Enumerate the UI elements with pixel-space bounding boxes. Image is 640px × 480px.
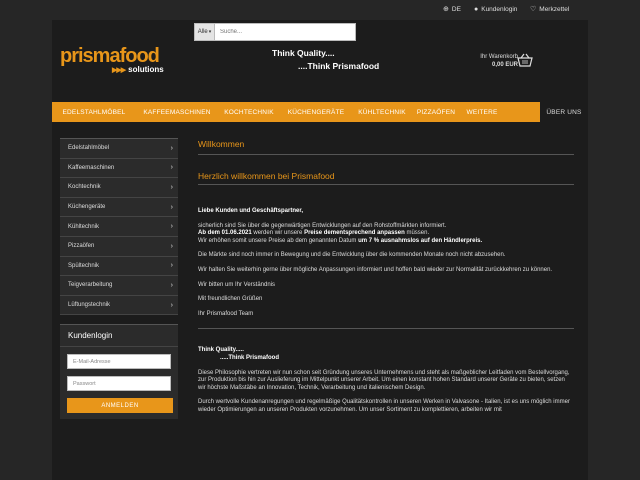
search-category-select[interactable]: Alle ▾	[195, 24, 215, 40]
nav-item-edelstahlmoebel[interactable]: EDELSTAHLMÖBEL	[52, 102, 136, 122]
page-wrapper: Alle▾ prismafood ▶▶▶ solutions Think Qua…	[52, 20, 588, 480]
login-button[interactable]: ANMELDEN	[67, 398, 173, 414]
chevron-down-icon: ▾	[208, 29, 212, 35]
heart-icon: ♡	[530, 6, 537, 13]
paragraph: Wir bitten um Ihr Verständnis	[198, 281, 276, 288]
chevron-right-icon: ›	[170, 242, 173, 250]
sidebar: Edelstahlmöbel › Kaffeemaschinen › Kochtec…	[60, 138, 178, 420]
category-label: Kochtechnik	[68, 184, 101, 191]
paragraph: sicherlich sind Sie über die gegenwärtig…	[198, 222, 447, 229]
paragraph: Ab dem 01.06.2021 werden wir unsere Prei…	[198, 230, 430, 237]
header-tagline: Think Quality.... ....Think Prismafood	[272, 47, 422, 73]
category-label: Küchengeräte	[68, 204, 106, 211]
nav-item-kochtechnik[interactable]: KOCHTECHNIK	[218, 102, 280, 122]
category-label: Edelstahlmöbel	[68, 145, 110, 152]
tagline-line-2: ....Think Prismafood	[298, 61, 380, 71]
logo-wordmark: prismafood	[60, 45, 160, 67]
greeting-text: Liebe Kunden und Geschäftspartner,	[198, 208, 304, 214]
main-navigation: EDELSTAHLMÖBEL KAFFEEMASCHINEN KOCHTECHN…	[52, 102, 588, 122]
page-title: Willkommen	[198, 138, 574, 155]
paragraph: Diese Philosophie vertreten wir nun scho…	[198, 369, 570, 391]
category-item[interactable]: Teigverarbeitung ›	[60, 276, 178, 296]
shopping-basket-icon[interactable]	[517, 53, 533, 67]
paragraph: Die Märkte sind noch immer in Bewegung u…	[198, 252, 506, 259]
paragraph: Ihr Prismafood Team	[198, 310, 254, 317]
nav-item-kuechengeraete[interactable]: KÜCHENGERÄTE	[280, 102, 352, 122]
category-item[interactable]: Kochtechnik ›	[60, 178, 178, 198]
category-label: Teigverarbeitung	[68, 282, 113, 289]
chevron-right-icon: ›	[170, 281, 173, 289]
nav-item-kuehltechnik[interactable]: KÜHLTECHNIK	[352, 102, 412, 122]
wishlist-link[interactable]: ♡ Merkzettel	[530, 6, 569, 13]
logo-arrows-icon: ▶▶▶	[112, 66, 126, 74]
philosophy-line-1: Think Quality.....	[198, 347, 244, 354]
chevron-right-icon: ›	[170, 164, 173, 172]
login-title: Kundenlogin	[60, 325, 178, 348]
chevron-right-icon: ›	[170, 144, 173, 152]
category-item[interactable]: Pizzaöfen ›	[60, 237, 178, 257]
category-item[interactable]: Kaffeemaschinen ›	[60, 159, 178, 179]
language-label: DE	[451, 6, 461, 13]
email-field[interactable]: E-Mail-Adresse	[67, 354, 171, 370]
category-label: Pizzaöfen	[68, 243, 95, 250]
category-label: Spültechnik	[68, 262, 100, 269]
globe-icon: ⊕	[443, 6, 449, 13]
main-content: Willkommen Herzlich willkommen bei Prism…	[198, 138, 574, 415]
category-item[interactable]: Spültechnik ›	[60, 257, 178, 277]
category-label: Kühltechnik	[68, 223, 100, 230]
chevron-right-icon: ›	[170, 301, 173, 309]
top-bar: ⊕ DE ● Kundenlogin ♡ Merkzettel	[0, 0, 640, 20]
cart-amount: 0,00 EUR	[491, 62, 518, 68]
category-item[interactable]: Edelstahlmöbel ›	[60, 139, 178, 159]
category-item[interactable]: Küchengeräte ›	[60, 198, 178, 218]
paragraph: Mit freundlichen Grüßen	[198, 296, 263, 303]
search-input[interactable]	[215, 24, 355, 40]
chevron-right-icon: ›	[170, 223, 173, 231]
search-category-label: Alle	[197, 29, 208, 35]
cart-label: Ihr Warenkorb	[480, 54, 518, 60]
account-link[interactable]: ● Kundenlogin	[474, 6, 517, 13]
logo-subline: ▶▶▶ solutions	[112, 65, 164, 74]
paragraph: Wir erhöhen somit unsere Preise ab dem g…	[198, 237, 483, 244]
category-label: Lüftungstechnik	[68, 302, 111, 309]
category-item[interactable]: Lüftungstechnik ›	[60, 296, 178, 316]
nav-item-pizzaoefen[interactable]: PIZZAÖFEN	[412, 102, 460, 122]
chevron-right-icon: ›	[170, 203, 173, 211]
cart-summary[interactable]: Ihr Warenkorb 0,00 EUR	[458, 53, 518, 69]
philosophy-line-2: .....Think Prismafood	[220, 354, 280, 361]
logo[interactable]: prismafood ▶▶▶ solutions	[60, 46, 182, 76]
account-label: Kundenlogin	[481, 6, 518, 13]
user-icon: ●	[474, 6, 479, 13]
logo-sub-text: solutions	[128, 65, 164, 74]
nav-item-ueber-uns[interactable]: ÜBER UNS	[540, 102, 588, 122]
category-item[interactable]: Kühltechnik ›	[60, 217, 178, 237]
chevron-right-icon: ›	[170, 262, 173, 270]
content-body: Liebe Kunden und Geschäftspartner, siche…	[198, 208, 574, 415]
welcome-heading: Herzlich willkommen bei Prismafood	[198, 171, 574, 185]
category-list: Edelstahlmöbel › Kaffeemaschinen › Kochtec…	[60, 138, 178, 316]
login-box: Kundenlogin E-Mail-Adresse Passwort ANME…	[60, 324, 178, 420]
wishlist-label: Merkzettel	[539, 6, 570, 13]
category-label: Kaffeemaschinen	[68, 164, 115, 171]
password-field[interactable]: Passwort	[67, 376, 171, 392]
tagline-line-1: Think Quality....	[272, 48, 335, 58]
chevron-right-icon: ›	[170, 183, 173, 191]
nav-item-weitere[interactable]: WEITERE	[460, 102, 504, 122]
language-selector[interactable]: ⊕ DE	[443, 6, 461, 13]
paragraph: Wir halten Sie weiterhin gerne über mögl…	[198, 266, 553, 273]
search-bar: Alle ▾	[194, 23, 356, 41]
nav-item-kaffeemaschinen[interactable]: KAFFEEMASCHINEN	[136, 102, 218, 122]
paragraph: Durch wertvolle Kundenanregungen und reg…	[198, 399, 570, 413]
